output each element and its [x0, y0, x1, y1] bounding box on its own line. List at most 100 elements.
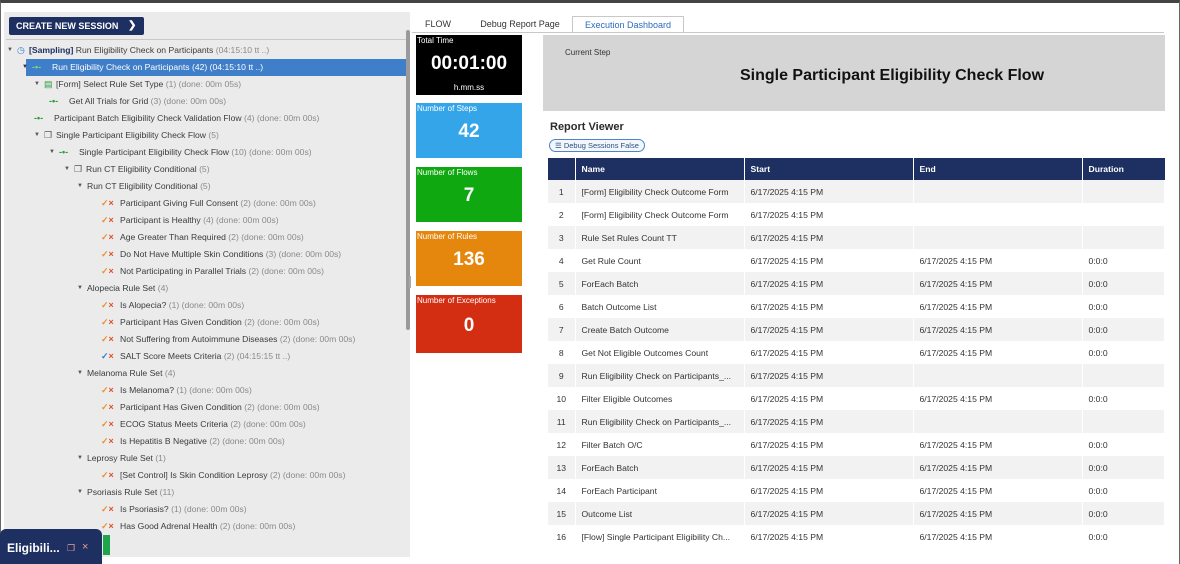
- table-row[interactable]: 11 Run Eligibility Check on Participants_…: [548, 410, 1165, 433]
- tree-node[interactable]: ✓× [Set Control] Is Skin Condition Lepros…: [4, 467, 410, 484]
- node-meta: (2) (done: 00m 00s): [230, 419, 306, 429]
- cell-duration: 0:0:0: [1082, 387, 1165, 410]
- tab-execution-dashboard[interactable]: Execution Dashboard: [572, 16, 684, 33]
- table-row[interactable]: 1 [Form] Eligibility Check Outcome Form 6/…: [548, 180, 1165, 203]
- tree-node[interactable]: ✓× Age Greater Than Required (2) (done: 0…: [4, 229, 410, 246]
- tree-node[interactable]: ✓× Participant is Healthy (4) (done: 00m …: [4, 212, 410, 229]
- tree-node-label: Participant Batch Eligibility Check Vali…: [54, 110, 319, 127]
- cell-name: Get Rule Count: [575, 249, 745, 272]
- cell-start: 6/17/2025 4:15 PM: [744, 387, 914, 410]
- table-row[interactable]: 5 ForEach Batch 6/17/2025 4:15 PM 6/17/2025…: [548, 272, 1165, 295]
- expand-toggle-icon[interactable]: ▼: [77, 484, 83, 501]
- tree-node[interactable]: ✓× Participant Has Given Condition (2) (d…: [4, 314, 410, 331]
- table-row[interactable]: 16 [Flow] Single Participant Eligibility …: [548, 525, 1165, 548]
- tree-node[interactable]: ✓× ECOG Status Meets Criteria (2) (done: …: [4, 416, 410, 433]
- tree-node[interactable]: ✓× Is Alopecia? (1) (done: 00m 00s): [4, 297, 410, 314]
- tree-node-label: Not Suffering from Autoimmune Diseases (…: [120, 331, 355, 348]
- table-row[interactable]: 10 Filter Eligible Outcomes 6/17/2025 4:15…: [548, 387, 1165, 410]
- restore-icon[interactable]: ❐: [67, 543, 75, 554]
- tree-node[interactable]: ✓× Do Not Have Multiple Skin Conditions (…: [4, 246, 410, 263]
- close-icon[interactable]: ×: [82, 541, 88, 553]
- tree-node[interactable]: ✓× Is Psoriasis? (1) (done: 00m 00s): [4, 501, 410, 518]
- node-title: Is Psoriasis?: [120, 504, 169, 514]
- cell-name: Filter Batch O/C: [575, 433, 745, 456]
- minimized-window-chip[interactable]: Eligibili... ❐ ×: [0, 529, 102, 564]
- column-header-name[interactable]: Name: [575, 158, 745, 180]
- flows-title: Number of Flows: [417, 168, 478, 177]
- expand-toggle-icon[interactable]: ▼: [34, 127, 40, 144]
- tree-node[interactable]: ▼ Alopecia Rule Set (4): [4, 280, 410, 297]
- tree-node-label: Run CT Eligibility Conditional (5): [87, 178, 211, 195]
- subflow-icon: ❐: [44, 130, 53, 140]
- table-row[interactable]: 3 Rule Set Rules Count TT 6/17/2025 4:15 P…: [548, 226, 1165, 249]
- expand-toggle-icon[interactable]: ▼: [34, 76, 40, 93]
- tree-node[interactable]: ✓× SALT Score Meets Criteria (2) (04:15:1…: [4, 348, 410, 365]
- tree-node[interactable]: ▼ Leprosy Rule Set (1): [4, 450, 410, 467]
- rules-value: 136: [453, 249, 485, 270]
- tree-node[interactable]: ▼ ❐ Run CT Eligibility Conditional (5): [4, 161, 410, 178]
- table-row[interactable]: 9 Run Eligibility Check on Participants_.…: [548, 364, 1165, 387]
- cell-duration: 0:0:0: [1082, 272, 1165, 295]
- cell-start: 6/17/2025 4:15 PM: [744, 525, 914, 548]
- tree-node[interactable]: ▼ Melanoma Rule Set (4): [4, 365, 410, 382]
- node-meta: (10) (done: 00m 00s): [231, 147, 312, 157]
- tree-node-label: Single Participant Eligibility Check Flo…: [79, 144, 312, 161]
- flow-icon: -•-: [59, 147, 69, 157]
- expand-toggle-icon[interactable]: ▼: [77, 450, 83, 467]
- tree-node-label: Is Melanoma? (1) (done: 00m 00s): [120, 382, 252, 399]
- table-row[interactable]: 7 Create Batch Outcome 6/17/2025 4:15 PM 6/…: [548, 318, 1165, 341]
- table-row[interactable]: 2 [Form] Eligibility Check Outcome Form 6/…: [548, 203, 1165, 226]
- cell-end: 6/17/2025 4:15 PM: [913, 433, 1083, 456]
- tree-node[interactable]: ✓× Is Hepatitis B Negative (2) (done: 00m…: [4, 433, 410, 450]
- tab-debug-report-page[interactable]: Debug Report Page: [478, 16, 562, 33]
- expand-toggle-icon[interactable]: ▼: [49, 144, 55, 161]
- cell-index: 1: [548, 180, 576, 203]
- node-title: Single Participant Eligibility Check Flo…: [56, 130, 206, 140]
- table-row[interactable]: 12 Filter Batch O/C 6/17/2025 4:15 PM 6/17/…: [548, 433, 1165, 456]
- create-new-session-button[interactable]: CREATE NEW SESSION ❯: [9, 17, 145, 35]
- tree-node[interactable]: ✓× Is Melanoma? (1) (done: 00m 00s): [4, 382, 410, 399]
- table-row[interactable]: 13 ForEach Batch 6/17/2025 4:15 PM 6/17/202…: [548, 456, 1165, 479]
- report-table: Name Start End Duration 1 [Form] Eligibil…: [548, 158, 1165, 548]
- steps-title: Number of Steps: [417, 104, 478, 113]
- expand-toggle-icon[interactable]: ▼: [77, 178, 83, 195]
- expand-toggle-icon[interactable]: ▼: [7, 42, 13, 59]
- column-header-end[interactable]: End: [913, 158, 1083, 180]
- rule-result-icon: ✓×: [101, 317, 114, 327]
- table-row[interactable]: 6 Batch Outcome List 6/17/2025 4:15 PM 6/17…: [548, 295, 1165, 318]
- expand-toggle-icon[interactable]: ▼: [22, 59, 28, 76]
- expand-toggle-icon[interactable]: ▼: [64, 161, 70, 178]
- tree-node-label: Participant is Healthy (4) (done: 00m 00…: [120, 212, 279, 229]
- panel-resize-handle[interactable]: [409, 276, 411, 288]
- cell-index: 12: [548, 433, 576, 456]
- table-row[interactable]: 15 Outcome List 6/17/2025 4:15 PM 6/17/2025…: [548, 502, 1165, 525]
- expand-toggle-icon[interactable]: ▼: [77, 280, 83, 297]
- rule-result-icon: ✓×: [101, 436, 114, 446]
- node-meta: (1) (done: 00m 00s): [171, 504, 247, 514]
- table-row[interactable]: 8 Get Not Eligible Outcomes Count 6/17/202…: [548, 341, 1165, 364]
- tree-node[interactable]: ▼ -•- Run Eligibility Check on Participant…: [4, 59, 410, 76]
- flow-icon: -•-: [32, 62, 42, 72]
- column-header-start[interactable]: Start: [744, 158, 914, 180]
- tree-node[interactable]: ▼ ▤ [Form] Select Rule Set Type (1) (done:…: [4, 76, 410, 93]
- tree-node[interactable]: ✓× Not Suffering from Autoimmune Diseases…: [4, 331, 410, 348]
- column-header-duration[interactable]: Duration: [1082, 158, 1165, 180]
- tree-node[interactable]: ✓× Participant Has Given Condition (2) (d…: [4, 399, 410, 416]
- cell-index: 13: [548, 456, 576, 479]
- tree-node[interactable]: ✓× Participant Giving Full Consent (2) (d…: [4, 195, 410, 212]
- cell-end: [913, 410, 1083, 433]
- expand-toggle-icon[interactable]: ▼: [77, 365, 83, 382]
- tree-node[interactable]: ▼ Psoriasis Rule Set (11): [4, 484, 410, 501]
- tree-node[interactable]: ▼ -•- Single Participant Eligibility Check…: [4, 144, 410, 161]
- tree-node[interactable]: ▼ ❐ Single Participant Eligibility Check F…: [4, 127, 410, 144]
- tree-node[interactable]: ▼ ◷ [Sampling] Run Eligibility Check on Pa…: [4, 42, 410, 59]
- tree-node[interactable]: ✓× Not Participating in Parallel Trials (…: [4, 263, 410, 280]
- tree-node[interactable]: -•- Participant Batch Eligibility Check V…: [4, 110, 410, 127]
- table-row[interactable]: 14 ForEach Participant 6/17/2025 4:15 PM 6/…: [548, 479, 1165, 502]
- tree-node-label: ECOG Status Meets Criteria (2) (done: 00…: [120, 416, 306, 433]
- debug-sessions-button[interactable]: ☰ Debug Sessions False: [549, 139, 645, 152]
- tree-node[interactable]: ▼ Run CT Eligibility Conditional (5): [4, 178, 410, 195]
- table-row[interactable]: 4 Get Rule Count 6/17/2025 4:15 PM 6/17/202…: [548, 249, 1165, 272]
- tree-node[interactable]: -•- Get All Trials for Grid (3) (done: 00…: [4, 93, 410, 110]
- tab-flow[interactable]: FLOW: [420, 16, 456, 33]
